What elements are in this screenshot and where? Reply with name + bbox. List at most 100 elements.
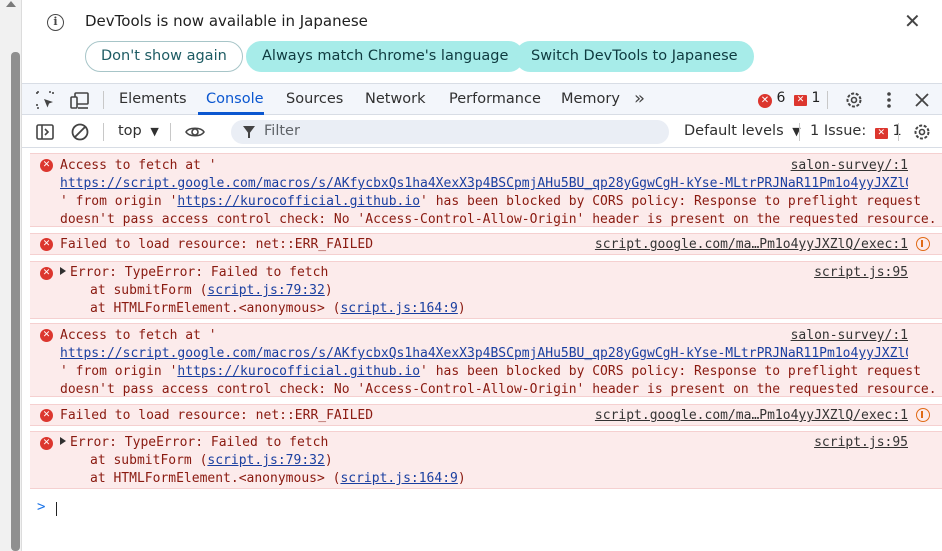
message-text: ' from origin ' xyxy=(60,194,178,209)
request-url-link[interactable]: https://script.google.com/macros/s/AKfyc… xyxy=(60,176,908,191)
infobar-message: DevTools is now available in Japanese xyxy=(85,12,368,30)
error-icon: ✕ xyxy=(40,409,53,422)
console-settings-gear-icon[interactable] xyxy=(911,121,933,143)
issues-label: 1 Issue: xyxy=(810,123,867,139)
error-icon: ✕ xyxy=(40,159,53,172)
error-icon: ✕ xyxy=(40,437,53,450)
stack-frame: at HTMLFormElement.<anonymous> ( xyxy=(90,471,341,486)
info-icon: i xyxy=(47,14,64,31)
stack-frame: at HTMLFormElement.<anonymous> ( xyxy=(90,301,341,316)
source-link[interactable]: script.js:95 xyxy=(814,434,908,452)
sidebar-toggle-icon[interactable] xyxy=(34,121,56,143)
device-toolbar-icon[interactable] xyxy=(69,89,91,111)
filter-funnel-stem xyxy=(248,132,250,138)
console-input[interactable] xyxy=(56,502,57,516)
network-request-icon[interactable] xyxy=(916,237,930,251)
message-text: Access to fetch at ' xyxy=(60,328,217,343)
context-selector[interactable]: top ▼ xyxy=(118,123,159,139)
message-text: doesn't pass access control check: No 'A… xyxy=(60,382,937,397)
more-tabs-icon[interactable]: » xyxy=(634,88,645,109)
source-link[interactable]: salon-survey/:1 xyxy=(791,327,908,345)
page-scrollbar[interactable] xyxy=(0,0,22,551)
scrollbar-thumb[interactable] xyxy=(11,52,20,551)
tab-performance[interactable]: Performance xyxy=(449,91,541,107)
tab-network[interactable]: Network xyxy=(365,91,426,107)
more-options-icon[interactable] xyxy=(878,89,900,111)
log-levels-dropdown[interactable]: Default levels ▼ xyxy=(684,123,801,139)
always-match-language-button[interactable]: Always match Chrome's language xyxy=(246,41,525,72)
stack-frame: ) xyxy=(457,471,466,486)
tab-console[interactable]: Console xyxy=(206,91,264,107)
tab-elements[interactable]: Elements xyxy=(119,91,187,107)
expand-triangle-icon[interactable] xyxy=(60,267,66,275)
console-error-message: ✕ Error: TypeError: Failed to fetch scri… xyxy=(30,261,942,319)
filter-placeholder: Filter xyxy=(264,123,300,139)
error-count: 6 xyxy=(776,90,786,106)
switch-to-japanese-button[interactable]: Switch DevTools to Japanese xyxy=(515,41,754,72)
filter-input[interactable]: Filter xyxy=(231,120,669,144)
toolbar-divider xyxy=(103,123,104,141)
issue-icon: ✕ xyxy=(874,128,888,139)
settings-gear-icon[interactable] xyxy=(843,89,865,111)
console-prompt-chevron: > xyxy=(37,499,46,515)
tab-divider xyxy=(827,91,828,109)
scroll-up-arrow-icon[interactable] xyxy=(6,1,16,7)
source-link[interactable]: script.google.com/ma…Pm1o4yyJXZlQ/exec:1 xyxy=(595,407,908,425)
issue-counter[interactable]: ✕ 1 xyxy=(794,90,820,106)
inspect-element-icon[interactable] xyxy=(34,89,56,111)
console-error-message: ✕ Access to fetch at ' salon-survey/:1 h… xyxy=(30,153,942,227)
issues-link[interactable]: 1 Issue: ✕ 1 xyxy=(810,123,902,139)
tab-memory[interactable]: Memory xyxy=(561,91,620,107)
source-link[interactable]: script.google.com/ma…Pm1o4yyJXZlQ/exec:1 xyxy=(595,236,908,254)
levels-value: Default levels xyxy=(684,123,784,139)
dont-show-again-button[interactable]: Don't show again xyxy=(85,41,243,72)
origin-link[interactable]: https://kurocofficial.github.io xyxy=(177,364,420,379)
active-tab-indicator xyxy=(198,112,264,115)
toolbar-divider xyxy=(898,123,899,141)
issue-count: 1 xyxy=(811,90,821,106)
stack-frame-link[interactable]: script.js:79:32 xyxy=(207,453,324,468)
origin-link[interactable]: https://kurocofficial.github.io xyxy=(177,194,420,209)
stack-frame: ) xyxy=(324,283,333,298)
message-text: Error: TypeError: Failed to fetch xyxy=(70,265,329,280)
stack-frame: at submitForm ( xyxy=(90,283,208,298)
message-text: Failed to load resource: net::ERR_FAILED xyxy=(60,408,374,423)
source-link[interactable]: script.js:95 xyxy=(814,264,908,282)
stack-frame: ) xyxy=(457,301,466,316)
error-icon: ✕ xyxy=(758,94,772,108)
expand-triangle-icon[interactable] xyxy=(60,437,66,445)
error-icon: ✕ xyxy=(40,329,53,342)
message-text: doesn't pass access control check: No 'A… xyxy=(60,212,937,227)
message-text: Failed to load resource: net::ERR_FAILED xyxy=(60,237,374,252)
network-request-icon[interactable] xyxy=(916,408,930,422)
stack-frame-link[interactable]: script.js:79:32 xyxy=(207,283,324,298)
console-toolbar: top ▼ Filter Default levels ▼ 1 Issue: ✕… xyxy=(22,116,942,148)
error-icon: ✕ xyxy=(40,267,53,280)
stack-frame-link[interactable]: script.js:164:9 xyxy=(340,471,457,486)
request-url-link[interactable]: https://script.google.com/macros/s/AKfyc… xyxy=(60,346,908,361)
message-text: ' from origin ' xyxy=(60,364,178,379)
console-error-message: ✕ Failed to load resource: net::ERR_FAIL… xyxy=(30,233,942,255)
devtools-panel: i DevTools is now available in Japanese … xyxy=(22,0,942,551)
console-error-message: ✕ Access to fetch at ' salon-survey/:1 h… xyxy=(30,323,942,397)
close-devtools-icon[interactable] xyxy=(911,89,933,111)
language-infobar: i DevTools is now available in Japanese … xyxy=(22,0,942,83)
close-icon[interactable]: ✕ xyxy=(904,10,921,32)
error-counter[interactable]: ✕ 6 xyxy=(758,90,785,108)
source-link[interactable]: salon-survey/:1 xyxy=(791,157,908,175)
main-tab-bar: Elements Console Sources Network Perform… xyxy=(22,83,942,115)
message-text: Error: TypeError: Failed to fetch xyxy=(70,435,329,450)
error-icon: ✕ xyxy=(40,238,53,251)
tab-divider xyxy=(103,91,104,109)
context-value: top xyxy=(118,123,142,139)
chevron-down-icon: ▼ xyxy=(150,125,159,138)
toolbar-divider xyxy=(799,123,800,141)
clear-console-icon[interactable] xyxy=(69,121,91,143)
tab-sources[interactable]: Sources xyxy=(286,91,343,107)
stack-frame: at submitForm ( xyxy=(90,453,208,468)
stack-frame-link[interactable]: script.js:164:9 xyxy=(340,301,457,316)
console-messages: ✕ Access to fetch at ' salon-survey/:1 h… xyxy=(30,151,942,551)
toolbar-divider xyxy=(170,123,171,141)
live-expression-eye-icon[interactable] xyxy=(184,121,206,143)
issue-icon: ✕ xyxy=(794,95,807,106)
